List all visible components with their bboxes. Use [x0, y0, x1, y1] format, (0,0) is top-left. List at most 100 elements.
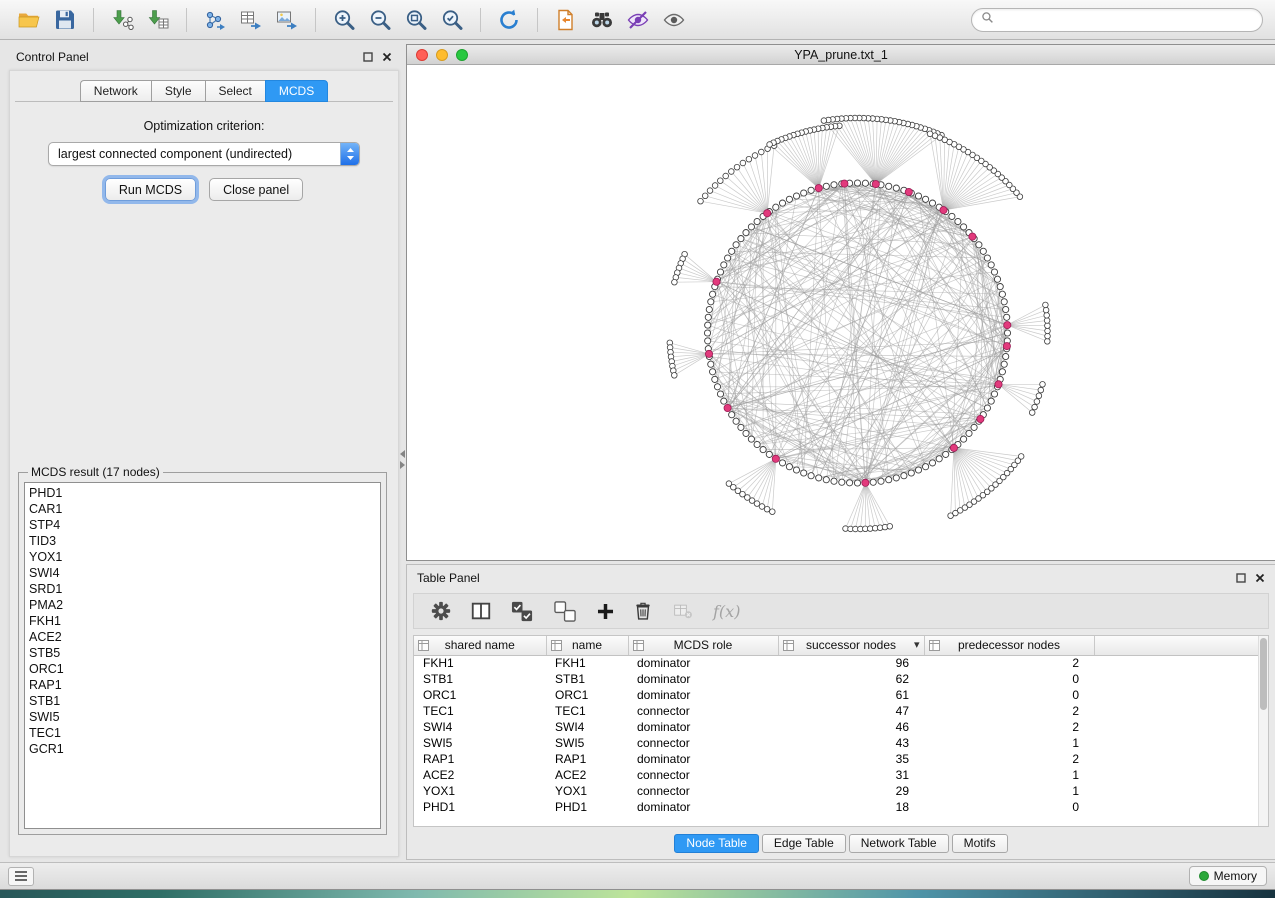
zoom-out-button[interactable]	[363, 4, 397, 36]
cell-name[interactable]: SWI5	[546, 735, 628, 751]
cell-shared-name[interactable]: TEC1	[414, 703, 546, 719]
cell-shared-name[interactable]: SWI4	[414, 719, 546, 735]
share-network-button[interactable]	[198, 4, 232, 36]
cell-shared-name[interactable]: PHD1	[414, 799, 546, 815]
mcds-result-item[interactable]: PHD1	[29, 485, 376, 501]
cell-name[interactable]: FKH1	[546, 655, 628, 671]
export-table-button[interactable]	[234, 4, 268, 36]
cell-mcds-role[interactable]: connector	[628, 703, 778, 719]
cell-successor-nodes[interactable]: 31	[778, 767, 924, 783]
import-table-button[interactable]	[141, 4, 175, 36]
maximize-window-button[interactable]	[456, 49, 468, 61]
show-columns-button[interactable]	[470, 600, 492, 622]
column-header-name[interactable]: name	[546, 636, 628, 655]
tab-mcds[interactable]: MCDS	[265, 80, 328, 102]
cell-predecessor-nodes[interactable]: 2	[924, 719, 1094, 735]
tab-style[interactable]: Style	[151, 80, 205, 102]
close-window-button[interactable]	[416, 49, 428, 61]
cell-predecessor-nodes[interactable]: 0	[924, 687, 1094, 703]
cell-successor-nodes[interactable]: 96	[778, 655, 924, 671]
table-scrollbar-thumb[interactable]	[1260, 638, 1267, 710]
collapse-left-icon[interactable]	[400, 450, 405, 458]
mcds-result-item[interactable]: GCR1	[29, 741, 376, 757]
select-all-rows-button[interactable]	[510, 600, 535, 623]
close-table-panel-icon[interactable]	[1255, 573, 1265, 583]
cell-predecessor-nodes[interactable]: 1	[924, 735, 1094, 751]
mcds-result-item[interactable]: CAR1	[29, 501, 376, 517]
cell-mcds-role[interactable]: dominator	[628, 655, 778, 671]
cell-predecessor-nodes[interactable]: 0	[924, 671, 1094, 687]
cell-successor-nodes[interactable]: 61	[778, 687, 924, 703]
cell-name[interactable]: SWI4	[546, 719, 628, 735]
zoom-selected-button[interactable]	[435, 4, 469, 36]
cell-name[interactable]: TEC1	[546, 703, 628, 719]
memory-button[interactable]: Memory	[1189, 866, 1267, 886]
mcds-result-item[interactable]: STB5	[29, 645, 376, 661]
network-canvas[interactable]	[407, 65, 1275, 560]
cell-successor-nodes[interactable]: 43	[778, 735, 924, 751]
cell-mcds-role[interactable]: connector	[628, 735, 778, 751]
mcds-result-item[interactable]: SWI5	[29, 709, 376, 725]
table-row[interactable]: RAP1RAP1dominator352	[414, 751, 1268, 767]
table-row[interactable]: ORC1ORC1dominator610	[414, 687, 1268, 703]
cell-shared-name[interactable]: RAP1	[414, 751, 546, 767]
run-mcds-button[interactable]: Run MCDS	[105, 178, 196, 201]
zoom-fit-button[interactable]	[399, 4, 433, 36]
mcds-result-item[interactable]: ACE2	[29, 629, 376, 645]
delete-column-button[interactable]	[633, 600, 653, 622]
table-row[interactable]: PHD1PHD1dominator180	[414, 799, 1268, 815]
cell-successor-nodes[interactable]: 46	[778, 719, 924, 735]
cell-successor-nodes[interactable]: 47	[778, 703, 924, 719]
cell-successor-nodes[interactable]: 29	[778, 783, 924, 799]
tab-edge-table[interactable]: Edge Table	[762, 834, 846, 853]
cell-shared-name[interactable]: FKH1	[414, 655, 546, 671]
table-row[interactable]: FKH1FKH1dominator962	[414, 655, 1268, 671]
mcds-result-item[interactable]: SWI4	[29, 565, 376, 581]
cell-mcds-role[interactable]: connector	[628, 767, 778, 783]
table-settings-button[interactable]	[430, 600, 452, 622]
mcds-result-item[interactable]: RAP1	[29, 677, 376, 693]
table-row[interactable]: YOX1YOX1connector291	[414, 783, 1268, 799]
cell-mcds-role[interactable]: dominator	[628, 671, 778, 687]
cell-predecessor-nodes[interactable]: 2	[924, 703, 1094, 719]
cell-name[interactable]: STB1	[546, 671, 628, 687]
cell-shared-name[interactable]: SWI5	[414, 735, 546, 751]
tab-node-table[interactable]: Node Table	[674, 834, 759, 853]
cell-shared-name[interactable]: ACE2	[414, 767, 546, 783]
refresh-layout-button[interactable]	[492, 4, 526, 36]
first-neighbors-button[interactable]	[585, 4, 619, 36]
cell-shared-name[interactable]: YOX1	[414, 783, 546, 799]
cell-name[interactable]: ACE2	[546, 767, 628, 783]
cell-mcds-role[interactable]: dominator	[628, 799, 778, 815]
cell-successor-nodes[interactable]: 18	[778, 799, 924, 815]
criterion-select[interactable]: largest connected component (undirected)	[48, 142, 360, 166]
show-all-button[interactable]	[657, 4, 691, 36]
column-header-successor-nodes[interactable]: successor nodes▾	[778, 636, 924, 655]
table-row[interactable]: SWI4SWI4dominator462	[414, 719, 1268, 735]
cell-mcds-role[interactable]: dominator	[628, 687, 778, 703]
mcds-result-item[interactable]: STP4	[29, 517, 376, 533]
apply-style-button[interactable]	[549, 4, 583, 36]
export-image-button[interactable]	[270, 4, 304, 36]
column-header-shared-name[interactable]: shared name	[414, 636, 546, 655]
mcds-result-item[interactable]: TID3	[29, 533, 376, 549]
panel-menu-button[interactable]	[8, 867, 34, 886]
close-mcds-panel-button[interactable]: Close panel	[209, 178, 303, 201]
float-panel-icon[interactable]	[363, 52, 373, 62]
cell-predecessor-nodes[interactable]: 2	[924, 655, 1094, 671]
network-titlebar[interactable]: YPA_prune.txt_1	[407, 45, 1275, 65]
float-table-panel-icon[interactable]	[1236, 573, 1246, 583]
cell-name[interactable]: RAP1	[546, 751, 628, 767]
cell-predecessor-nodes[interactable]: 1	[924, 783, 1094, 799]
add-column-button[interactable]	[596, 602, 615, 621]
table-scrollbar[interactable]	[1258, 636, 1268, 826]
cell-successor-nodes[interactable]: 35	[778, 751, 924, 767]
save-session-button[interactable]	[48, 4, 82, 36]
search-input[interactable]	[1000, 13, 1253, 27]
mcds-result-item[interactable]: STB1	[29, 693, 376, 709]
expand-right-icon[interactable]	[400, 461, 405, 469]
cell-shared-name[interactable]: ORC1	[414, 687, 546, 703]
cell-successor-nodes[interactable]: 62	[778, 671, 924, 687]
column-header-predecessor-nodes[interactable]: predecessor nodes	[924, 636, 1094, 655]
tab-network-table[interactable]: Network Table	[849, 834, 949, 853]
